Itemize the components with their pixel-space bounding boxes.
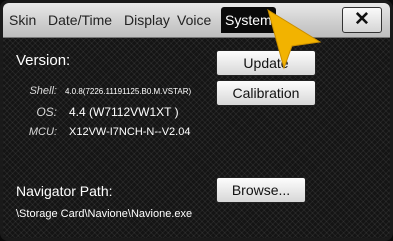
shell-value: 4.0.8(7226.11191125.B0.M.VSTAR) — [65, 87, 192, 96]
version-heading: Version: — [16, 52, 71, 69]
close-icon: ✕ — [354, 9, 370, 30]
mcu-value: X12VW-I7NCH-N--V2.04 — [69, 126, 191, 138]
tab-bar: Skin Date/Time Display Voice System ✕ — [3, 3, 390, 38]
calibration-button[interactable]: Calibration — [216, 80, 316, 106]
os-value: 4.4 (W7112VW1XT ) — [69, 105, 179, 119]
shell-label: Shell: — [29, 85, 57, 97]
settings-window: Skin Date/Time Display Voice System ✕ Ve… — [0, 0, 393, 241]
mcu-label: MCU: — [28, 126, 57, 138]
tab-system[interactable]: System — [221, 7, 276, 33]
navigator-path-heading: Navigator Path: — [16, 183, 113, 199]
update-button[interactable]: Update — [216, 50, 316, 76]
os-label: OS: — [36, 105, 57, 119]
browse-button[interactable]: Browse... — [216, 177, 306, 203]
tab-voice[interactable]: Voice — [177, 12, 211, 28]
system-panel: Version: Update Calibration Shell: 4.0.8… — [3, 38, 390, 238]
tab-display[interactable]: Display — [124, 12, 170, 28]
tab-date-time[interactable]: Date/Time — [48, 12, 112, 28]
tab-skin[interactable]: Skin — [9, 12, 36, 28]
close-button[interactable]: ✕ — [342, 7, 382, 33]
navigator-path-value: \Storage Card\Navione\Navione.exe — [16, 208, 193, 220]
